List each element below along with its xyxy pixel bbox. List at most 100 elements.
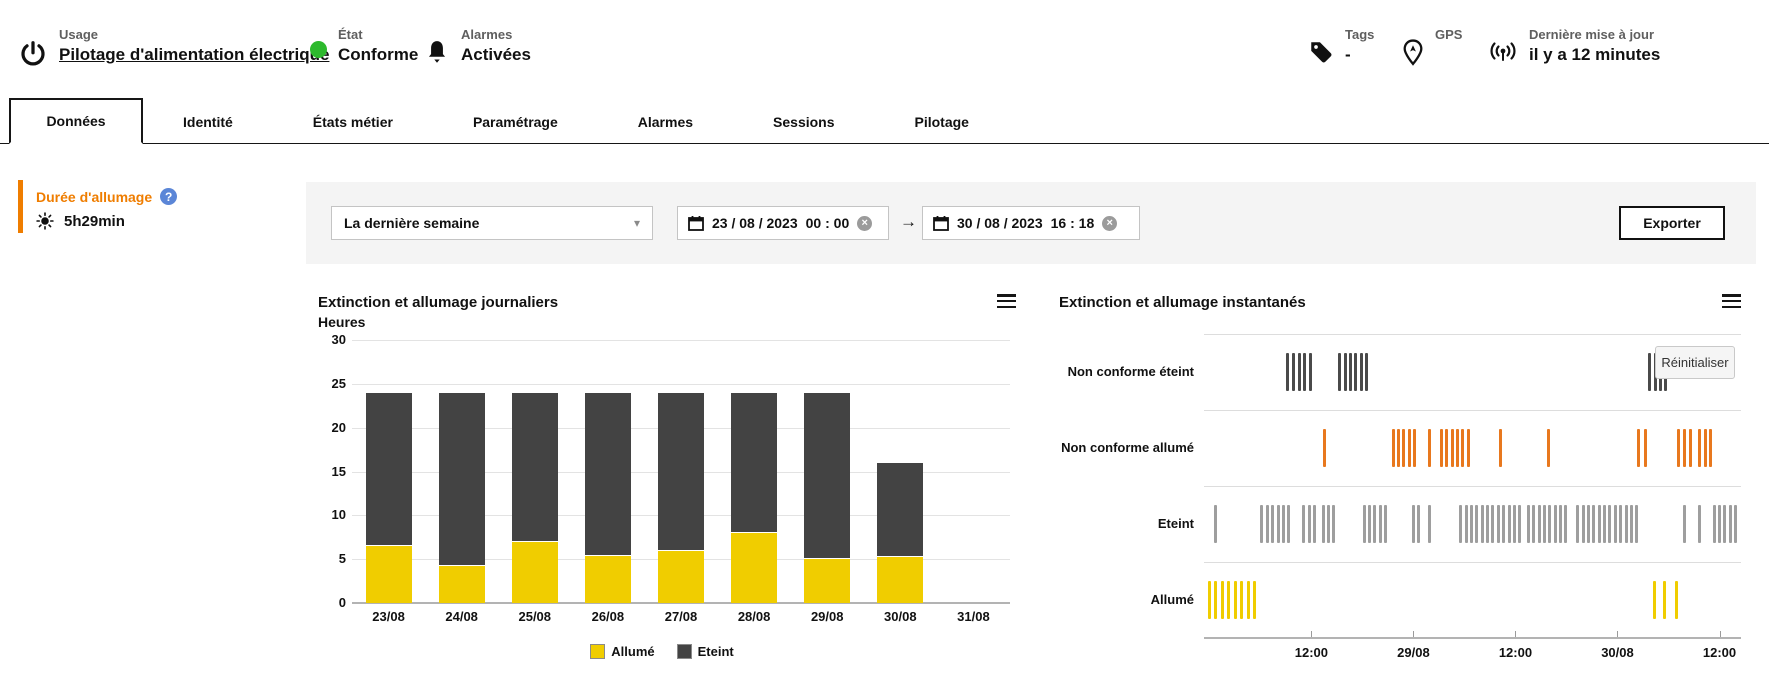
date-range-select[interactable]: La dernière semaine ▾ (331, 206, 653, 240)
event-tick[interactable] (1362, 505, 1366, 543)
event-tick[interactable] (1439, 429, 1443, 467)
event-tick[interactable] (1564, 505, 1568, 543)
event-tick[interactable] (1507, 505, 1511, 543)
event-tick[interactable] (1332, 505, 1336, 543)
tab--tats-m-tier[interactable]: États métier (273, 101, 433, 143)
event-tick[interactable] (1576, 505, 1580, 543)
bar-segment-eteint[interactable] (438, 392, 485, 567)
event-tick[interactable] (1233, 581, 1237, 619)
event-tick[interactable] (1712, 505, 1716, 543)
event-tick[interactable] (1384, 505, 1387, 543)
event-tick[interactable] (1354, 353, 1358, 391)
tab-sessions[interactable]: Sessions (733, 101, 874, 143)
event-tick[interactable] (1378, 505, 1382, 543)
event-tick[interactable] (1359, 353, 1363, 391)
event-tick[interactable] (1532, 505, 1536, 543)
event-tick[interactable] (1240, 581, 1244, 619)
event-tick[interactable] (1683, 429, 1687, 467)
tab-donn-es[interactable]: Données (9, 98, 143, 144)
event-tick[interactable] (1214, 505, 1218, 543)
event-tick[interactable] (1396, 429, 1400, 467)
event-tick[interactable] (1526, 505, 1530, 543)
event-tick[interactable] (1502, 505, 1506, 543)
event-tick[interactable] (1285, 353, 1289, 391)
event-tick[interactable] (1537, 505, 1541, 543)
event-tick[interactable] (1475, 505, 1479, 543)
event-tick[interactable] (1391, 429, 1395, 467)
tab-alarmes[interactable]: Alarmes (598, 101, 733, 143)
event-tick[interactable] (1643, 429, 1647, 467)
event-tick[interactable] (1682, 505, 1686, 543)
event-tick[interactable] (1338, 353, 1342, 391)
event-tick[interactable] (1367, 505, 1371, 543)
event-tick[interactable] (1464, 505, 1468, 543)
event-tick[interactable] (1307, 505, 1311, 543)
event-tick[interactable] (1214, 581, 1218, 619)
event-tick[interactable] (1276, 505, 1280, 543)
usage-value-link[interactable]: Pilotage d'alimentation électrique (59, 43, 329, 67)
event-tick[interactable] (1327, 505, 1331, 543)
bar-segment-eteint[interactable] (658, 392, 704, 552)
export-button[interactable]: Exporter (1619, 206, 1725, 240)
event-tick[interactable] (1709, 429, 1713, 467)
clear-date-from-icon[interactable]: × (857, 215, 873, 231)
event-tick[interactable] (1512, 505, 1516, 543)
event-tick[interactable] (1518, 505, 1522, 543)
event-tick[interactable] (1613, 505, 1617, 543)
event-tick[interactable] (1402, 429, 1406, 467)
reset-zoom-button[interactable]: Réinitialiser (1655, 346, 1735, 379)
event-tick[interactable] (1297, 353, 1301, 391)
event-tick[interactable] (1246, 581, 1250, 619)
event-tick[interactable] (1417, 505, 1421, 543)
event-tick[interactable] (1637, 429, 1641, 467)
bar-segment-allume[interactable] (438, 566, 485, 603)
event-tick[interactable] (1323, 429, 1327, 467)
event-tick[interactable] (1428, 429, 1432, 467)
bar-segment-eteint[interactable] (584, 392, 631, 556)
event-tick[interactable] (1648, 353, 1652, 391)
event-tick[interactable] (1373, 505, 1377, 543)
event-tick[interactable] (1703, 429, 1707, 467)
bar-segment-allume[interactable] (584, 555, 631, 603)
tab-pilotage[interactable]: Pilotage (875, 101, 1009, 143)
bar-segment-allume[interactable] (365, 546, 412, 603)
event-tick[interactable] (1597, 505, 1601, 543)
bar-segment-allume[interactable] (511, 541, 558, 603)
event-tick[interactable] (1302, 505, 1306, 543)
event-tick[interactable] (1321, 505, 1325, 543)
event-tick[interactable] (1542, 505, 1546, 543)
event-tick[interactable] (1734, 505, 1738, 543)
bar-segment-eteint[interactable] (804, 392, 851, 560)
event-tick[interactable] (1313, 505, 1317, 543)
event-tick[interactable] (1227, 581, 1231, 619)
bar-segment-allume[interactable] (804, 559, 851, 603)
event-tick[interactable] (1553, 505, 1557, 543)
event-tick[interactable] (1455, 429, 1459, 467)
event-tick[interactable] (1343, 353, 1347, 391)
event-tick[interactable] (1629, 505, 1633, 543)
event-tick[interactable] (1486, 505, 1490, 543)
tab-param-trage[interactable]: Paramétrage (433, 101, 598, 143)
event-tick[interactable] (1635, 505, 1639, 543)
event-tick[interactable] (1252, 581, 1256, 619)
event-tick[interactable] (1499, 429, 1503, 467)
event-tick[interactable] (1718, 505, 1722, 543)
event-tick[interactable] (1675, 581, 1679, 619)
event-tick[interactable] (1461, 429, 1465, 467)
event-tick[interactable] (1723, 505, 1727, 543)
event-tick[interactable] (1265, 505, 1269, 543)
event-tick[interactable] (1207, 581, 1211, 619)
event-tick[interactable] (1603, 505, 1607, 543)
event-tick[interactable] (1480, 505, 1484, 543)
bar-segment-allume[interactable] (731, 532, 778, 603)
event-tick[interactable] (1624, 505, 1628, 543)
bar-segment-eteint[interactable] (511, 392, 558, 542)
event-tick[interactable] (1271, 505, 1275, 543)
chart-menu-icon[interactable] (1722, 294, 1741, 308)
event-tick[interactable] (1303, 353, 1307, 391)
event-tick[interactable] (1407, 429, 1411, 467)
event-tick[interactable] (1697, 505, 1701, 543)
date-to-input[interactable]: 30 / 08 / 2023 16 : 18 × (922, 206, 1140, 240)
event-tick[interactable] (1459, 505, 1463, 543)
help-icon[interactable]: ? (160, 188, 178, 205)
